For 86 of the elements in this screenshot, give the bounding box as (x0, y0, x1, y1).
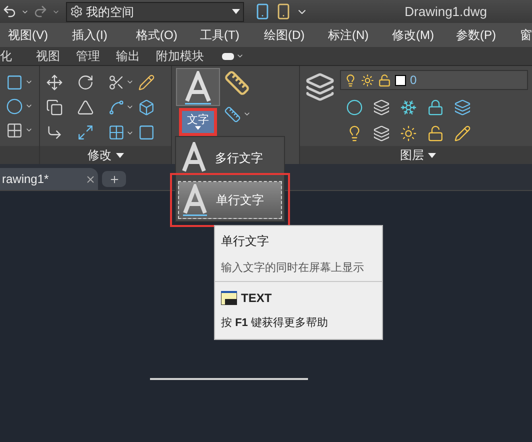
menu-item[interactable]: 标注(N) (328, 26, 392, 44)
layer-name: 0 (410, 72, 417, 89)
rotate-icon[interactable] (76, 74, 94, 90)
rectangle-icon[interactable] (6, 74, 23, 90)
hatch-icon[interactable] (6, 122, 23, 138)
lock-icon[interactable] (427, 98, 444, 116)
caret-icon[interactable] (126, 78, 134, 86)
phone-icon[interactable] (254, 3, 271, 20)
menu-item[interactable]: 格式(O) (136, 26, 200, 44)
workspace-dropdown[interactable]: 我的空间 (66, 2, 244, 22)
pencil-icon[interactable] (138, 74, 156, 90)
caret-icon[interactable] (243, 110, 251, 118)
menu-item[interactable]: 视图(V) (8, 26, 72, 44)
window-title: Drawing1.dwg (404, 2, 487, 21)
caret-icon[interactable] (25, 126, 33, 134)
layer-stack-icon[interactable] (305, 72, 335, 102)
letter-a-icon (181, 142, 207, 174)
menu-item[interactable]: 修改(M) (392, 26, 456, 44)
layer-combo[interactable]: 0 (340, 70, 528, 90)
tooltip-description: 输入文字的同时在屏幕上显示 (221, 260, 365, 276)
layer-icon[interactable] (373, 98, 390, 116)
caret-icon (195, 126, 201, 130)
panel-label-bar[interactable]: 图层 (300, 146, 532, 164)
unlock-icon (378, 74, 391, 86)
ribbon-tab[interactable]: 附加模块 (148, 47, 212, 65)
large-text-button[interactable] (176, 68, 220, 106)
caret-icon[interactable] (25, 78, 33, 86)
caret-icon (116, 152, 124, 158)
caret-icon[interactable] (236, 52, 244, 60)
caret-icon[interactable] (126, 128, 134, 137)
redo-icon[interactable] (33, 4, 48, 19)
offset-icon[interactable] (138, 124, 156, 142)
gear-icon (70, 5, 83, 18)
caret-icon (232, 9, 240, 14)
letter-a-icon (183, 71, 213, 105)
panel-label: 图层 (400, 147, 424, 164)
close-icon[interactable] (85, 174, 96, 184)
text-menu-item[interactable]: 单行文字 (178, 181, 282, 219)
ruler-icon[interactable] (224, 70, 250, 96)
layer-icon[interactable] (454, 98, 471, 116)
plus-icon (108, 174, 120, 184)
ribbon-tab[interactable]: 视图 (28, 47, 68, 65)
menu-item[interactable]: 工具(T) (200, 26, 264, 44)
color-swatch (395, 74, 406, 86)
letter-a-icon (182, 184, 208, 216)
file-tab[interactable]: rawing1* (0, 168, 98, 190)
bulb-icon (344, 74, 357, 86)
scissors-icon[interactable] (108, 74, 124, 90)
command-icon (221, 290, 237, 304)
unlock-icon[interactable] (427, 124, 444, 142)
pencil-icon[interactable] (454, 124, 471, 142)
text-dropdown-button[interactable]: 文字 (179, 108, 217, 136)
dimension-icon[interactable] (224, 106, 241, 122)
menu-item[interactable]: 插入(I) (72, 26, 136, 44)
layer-icon[interactable] (346, 98, 363, 116)
ribbon-toggle-icon[interactable] (222, 52, 234, 60)
phone-folder-icon[interactable] (275, 3, 292, 20)
copy-icon[interactable] (46, 98, 63, 116)
stretch-icon[interactable] (46, 124, 63, 142)
new-tab-button[interactable] (102, 171, 126, 187)
box-icon[interactable] (138, 98, 156, 116)
caret-icon[interactable] (25, 102, 33, 110)
caret-icon (428, 152, 436, 158)
help-hint: 按 F1 键获得更多帮助 (221, 316, 329, 330)
menu-item[interactable]: 绘图(D) (264, 26, 328, 44)
panel-label-bar[interactable]: 修改 (40, 146, 171, 164)
sun-icon (361, 74, 374, 86)
ribbon-tab[interactable]: 化 (0, 47, 28, 65)
fillet-icon[interactable] (108, 98, 124, 116)
ellipse-icon[interactable] (6, 98, 23, 114)
scale-icon[interactable] (76, 124, 94, 142)
layer-icon[interactable] (373, 124, 390, 142)
sun-icon[interactable] (400, 124, 417, 142)
tooltip-title: 单行文字 (221, 233, 270, 250)
ribbon-tab[interactable]: 管理 (68, 47, 108, 65)
ribbon-tab[interactable]: 输出 (108, 47, 148, 65)
menu-item[interactable]: 参数(P) (456, 26, 520, 44)
menu-item[interactable]: 窗 (520, 26, 532, 44)
panel-label: 修改 (88, 147, 112, 164)
snowflake-icon[interactable] (400, 98, 417, 116)
undo-icon[interactable] (2, 4, 17, 19)
triangle-icon[interactable] (76, 98, 94, 116)
array-icon[interactable] (108, 124, 124, 142)
text-menu-item[interactable]: 多行文字 (178, 139, 282, 177)
command-name: TEXT (241, 290, 272, 306)
move-icon[interactable] (46, 74, 63, 90)
